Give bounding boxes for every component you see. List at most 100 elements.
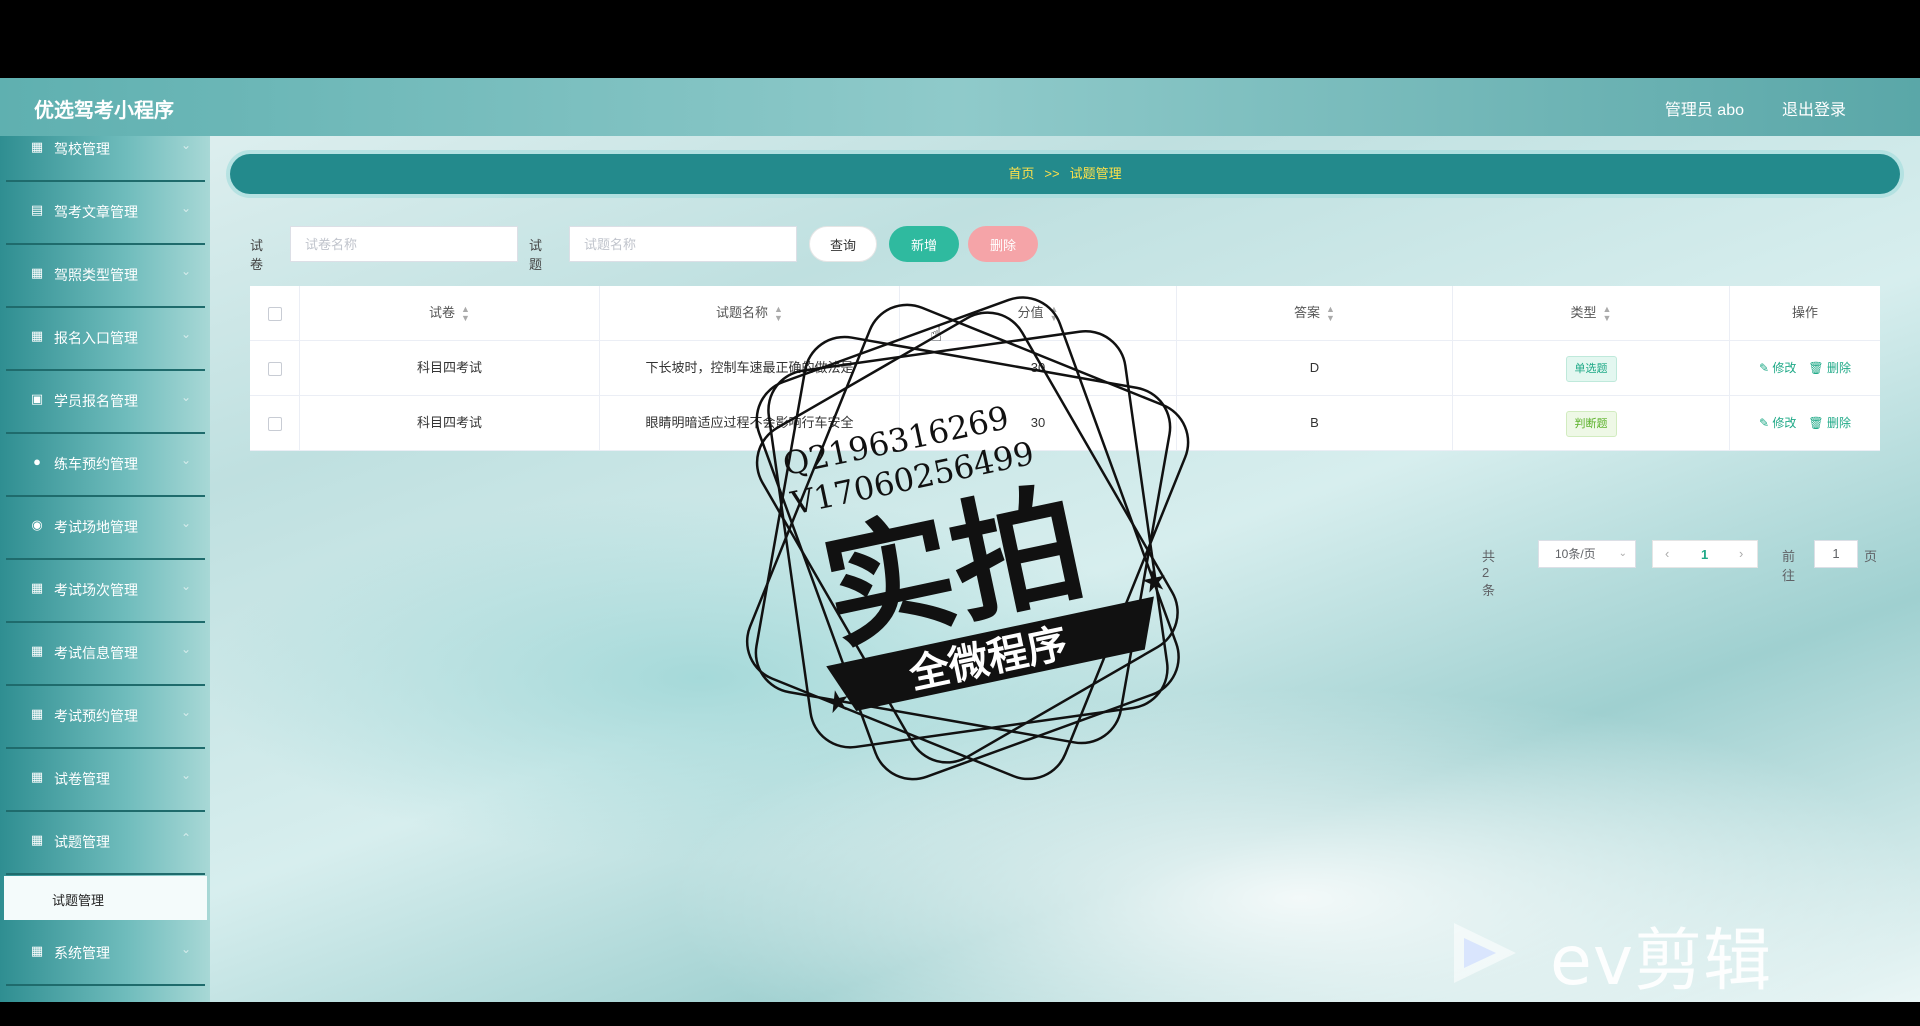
- clipboard-icon: ▤: [30, 202, 44, 217]
- sidebar-item-system[interactable]: ▦ 系统管理 ⌄: [6, 922, 205, 986]
- chevron-down-icon: ⌄: [180, 327, 191, 341]
- logout-button[interactable]: 退出登录: [1782, 96, 1846, 120]
- chevron-down-icon: ⌄: [180, 390, 191, 404]
- grid-icon: ▦: [30, 580, 44, 595]
- briefcase-icon: ▣: [30, 391, 44, 406]
- sidebar-item-practice-booking[interactable]: ● 练车预约管理 ⌄: [6, 433, 205, 497]
- next-page-icon[interactable]: ›: [1739, 546, 1743, 561]
- grid-icon: ▦: [30, 328, 44, 343]
- app-title: 优选驾考小程序: [34, 100, 174, 122]
- sort-icon[interactable]: ▲ ▼: [461, 304, 470, 323]
- sidebar-item-license-types[interactable]: ▦ 驾照类型管理 ⌄: [6, 244, 205, 308]
- top-bar: 优选驾考小程序 管理员 abo 退出登录: [0, 78, 1920, 136]
- add-button[interactable]: 新增: [889, 226, 959, 262]
- sidebar-item-papers[interactable]: ▦ 试卷管理 ⌄: [6, 748, 205, 812]
- sidebar: ▦ 驾校管理 ⌄ ▤ 驾考文章管理 ⌄ ▦ 驾照类型管理 ⌄ ▦ 报名入口管理 …: [0, 136, 210, 1002]
- chevron-down-icon: ⌄: [180, 642, 191, 656]
- sidebar-item-label: 系统管理: [54, 945, 110, 961]
- grid-icon: ▦: [30, 706, 44, 721]
- cell-paper: 科目四考试: [300, 396, 600, 450]
- sidebar-item-label: 报名入口管理: [54, 330, 138, 346]
- query-button[interactable]: 查询: [809, 226, 877, 262]
- goto-page-input[interactable]: 1: [1814, 540, 1858, 568]
- sidebar-item-label: 驾照类型管理: [54, 267, 138, 283]
- breadcrumb-home[interactable]: 首页: [1008, 166, 1034, 181]
- sidebar-item-label: 考试预约管理: [54, 708, 138, 724]
- paper-name-input[interactable]: [290, 226, 518, 262]
- grid-icon: ▦: [30, 769, 44, 784]
- sidebar-item-label: 考试场地管理: [54, 519, 138, 535]
- total-count: 共 2 条: [1482, 549, 1496, 598]
- row-checkbox[interactable]: [267, 416, 282, 431]
- chevron-up-icon: ⌃: [180, 831, 191, 845]
- chevron-down-icon: ⌄: [180, 453, 191, 467]
- sidebar-item-label: 考试信息管理: [54, 645, 138, 661]
- row-select-cell: [250, 396, 300, 450]
- grid-icon: ▦: [30, 943, 44, 958]
- chevron-down-icon: ⌄: [180, 516, 191, 530]
- sidebar-item-label: 驾考文章管理: [54, 204, 138, 220]
- edit-button[interactable]: ✎ 修改: [1759, 361, 1796, 375]
- grid-icon: ▦: [30, 832, 44, 847]
- column-header-label: 试卷: [429, 305, 456, 320]
- cell-paper: 科目四考试: [300, 341, 600, 395]
- question-name-input[interactable]: [569, 226, 797, 262]
- column-header-label: 答案: [1294, 305, 1321, 320]
- delete-button[interactable]: 删除: [968, 226, 1038, 262]
- sidebar-item-student-signup[interactable]: ▣ 学员报名管理 ⌄: [6, 370, 205, 434]
- type-tag: 单选题: [1565, 356, 1617, 382]
- star-icon: ★: [1138, 563, 1171, 601]
- sidebar-item-label: 学员报名管理: [54, 393, 138, 409]
- sidebar-item-exam-info[interactable]: ▦ 考试信息管理 ⌄: [6, 622, 205, 686]
- sort-icon[interactable]: ▲ ▼: [1326, 304, 1335, 323]
- delete-label: 删除: [1826, 416, 1851, 430]
- cell-type: 单选题: [1453, 341, 1730, 395]
- page-size-select[interactable]: 10条/页 ⌄: [1538, 540, 1636, 568]
- breadcrumb: 首页 >> 试题管理: [230, 154, 1900, 194]
- cell-answer: D: [1177, 341, 1453, 395]
- row-checkbox[interactable]: [267, 361, 282, 376]
- sidebar-item-exam-booking[interactable]: ▦ 考试预约管理 ⌄: [6, 685, 205, 749]
- page-number-current[interactable]: 1: [1701, 547, 1708, 562]
- question-label: 试题: [529, 238, 543, 272]
- column-header-label: 操作: [1791, 305, 1818, 320]
- sidebar-item-exam-venue[interactable]: ◉ 考试场地管理 ⌄: [6, 496, 205, 560]
- sidebar-item-label: 驾校管理: [54, 141, 110, 157]
- user-info: 管理员 abo: [1664, 102, 1744, 119]
- sidebar-item-exam-session[interactable]: ▦ 考试场次管理 ⌄: [6, 559, 205, 623]
- cell-actions: ✎ 修改 🗑 删除: [1730, 396, 1880, 450]
- edit-label: 修改: [1772, 416, 1797, 430]
- trash-icon: 🗑: [1808, 361, 1824, 375]
- sidebar-item-driving-school[interactable]: ▦ 驾校管理 ⌄: [6, 136, 205, 182]
- edit-button[interactable]: ✎ 修改: [1759, 416, 1796, 430]
- goto-label: 前往: [1782, 549, 1796, 583]
- row-delete-button[interactable]: 🗑 删除: [1808, 361, 1851, 375]
- pager-box: ‹ 1 ›: [1652, 540, 1758, 568]
- row-delete-button[interactable]: 🗑 删除: [1808, 416, 1851, 430]
- column-header-label: 类型: [1570, 305, 1597, 320]
- sidebar-item-label: 练车预约管理: [54, 456, 138, 472]
- chevron-down-icon: ⌄: [180, 138, 191, 152]
- column-header-actions: 操作: [1730, 286, 1880, 340]
- chevron-down-icon: ⌄: [180, 579, 191, 593]
- select-all-checkbox[interactable]: [267, 306, 282, 321]
- edit-label: 修改: [1772, 361, 1797, 375]
- prev-page-icon[interactable]: ‹: [1665, 546, 1669, 561]
- column-header-answer[interactable]: 答案 ▲ ▼: [1177, 286, 1453, 340]
- sort-icon[interactable]: ▲ ▼: [1603, 304, 1612, 323]
- chevron-down-icon: ⌄: [180, 264, 191, 278]
- cell-answer: B: [1177, 396, 1453, 450]
- delete-label: 删除: [1826, 361, 1851, 375]
- type-tag: 判断题: [1565, 411, 1617, 437]
- sidebar-item-signup-entry[interactable]: ▦ 报名入口管理 ⌄: [6, 307, 205, 371]
- column-header-paper[interactable]: 试卷 ▲ ▼: [300, 286, 600, 340]
- sidebar-item-questions[interactable]: ▦ 试题管理 ⌃: [6, 811, 205, 875]
- letterbox-bottom: [0, 1002, 1920, 1026]
- sidebar-item-articles[interactable]: ▤ 驾考文章管理 ⌄: [6, 181, 205, 245]
- column-header-type[interactable]: 类型 ▲ ▼: [1453, 286, 1730, 340]
- submenu-item-questions[interactable]: 试题管理: [4, 876, 207, 920]
- user-icon: ●: [33, 454, 41, 469]
- sidebar-item-label: 考试场次管理: [54, 582, 138, 598]
- submenu-item-label: 试题管理: [52, 893, 105, 908]
- watermark-text: ev剪辑: [1550, 922, 1773, 1001]
